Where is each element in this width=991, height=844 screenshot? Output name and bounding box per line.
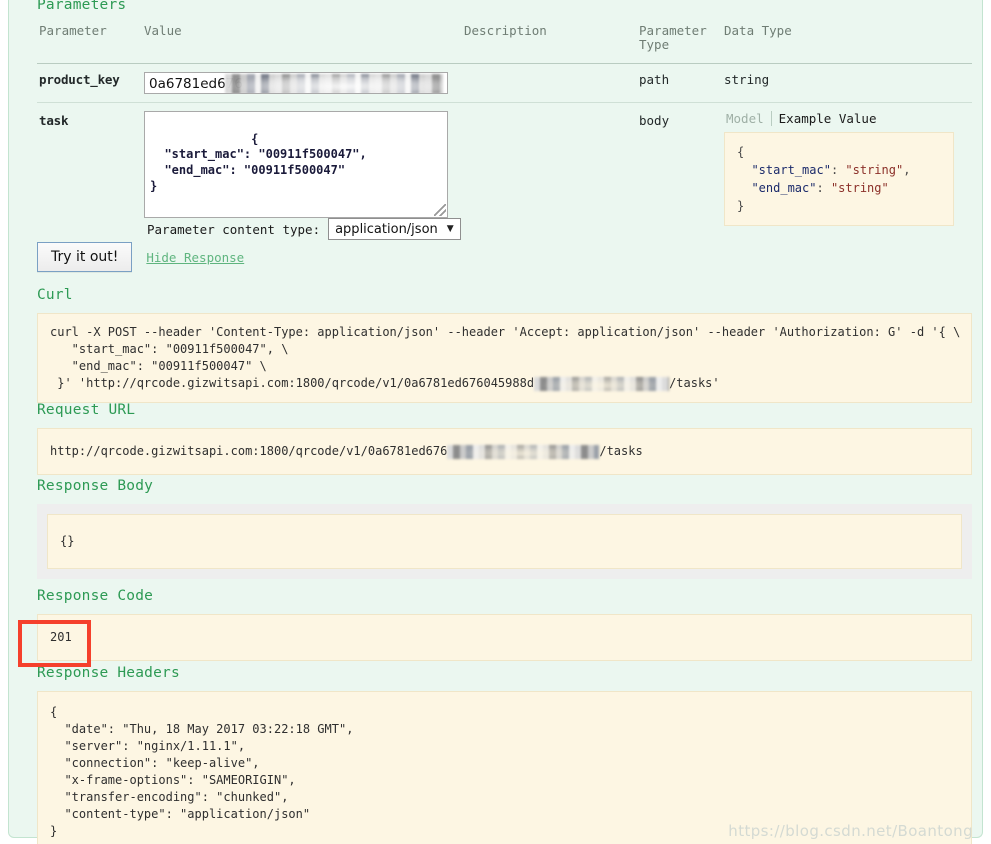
request-url-code-block: http://qrcode.gizwitsapi.com:1800/qrcode… (37, 428, 972, 475)
curl-line-3: "end_mac": "00911f500047" \ (50, 359, 267, 373)
product-key-redaction-overlay (225, 74, 443, 94)
curl-line-4: }' 'http://qrcode.gizwitsapi.com:1800/qr… (50, 376, 720, 390)
table-row: task { "start_mac": "00911f500047", "end… (37, 102, 972, 234)
parameter-value-cell-product-key: 0a6781ed676 (142, 63, 462, 102)
response-body-outer-panel: {} (37, 504, 972, 579)
column-header-parameter-type: Parameter Type (637, 20, 722, 63)
response-body-code-block: {} (47, 514, 962, 569)
parameter-description-product-key (462, 63, 637, 102)
product-key-input[interactable]: 0a6781ed676 (144, 72, 448, 94)
example-sep-2: : (816, 181, 830, 195)
example-value-start-mac: "string" (845, 163, 903, 177)
example-key-start-mac: "start_mac" (751, 163, 830, 177)
parameter-type-line-2: Type (639, 37, 669, 52)
parameters-table-head: Parameter Value Description Parameter Ty… (37, 20, 972, 63)
parameter-content-type-select[interactable]: application/json ▼ (328, 218, 461, 240)
operation-content-panel: Parameters Parameter Value Description P… (8, 0, 983, 838)
response-code-value: 201 (37, 614, 972, 661)
request-url-pre: http://qrcode.gizwitsapi.com:1800/qrcode… (50, 444, 447, 458)
response-code-heading: Response Code (37, 588, 972, 604)
try-it-out-button[interactable]: Try it out! (37, 242, 132, 272)
parameter-content-type-value: application/json (335, 221, 438, 238)
column-header-data-type: Data Type (722, 20, 972, 63)
parameter-type-task: body (637, 102, 722, 234)
parameter-name-product-key: product_key (37, 63, 142, 102)
tab-example-value[interactable]: Example Value (772, 111, 877, 126)
swagger-operation-page: Parameters Parameter Value Description P… (0, 0, 991, 844)
parameter-type-line-1: Parameter (639, 23, 707, 38)
parameter-value-cell-task: { "start_mac": "00911f500047", "end_mac"… (142, 102, 462, 234)
parameters-header-row: Parameter Value Description Parameter Ty… (37, 20, 972, 63)
chevron-down-icon: ▼ (447, 221, 454, 238)
parameters-table-body: product_key 0a6781ed676 path string task (37, 63, 972, 234)
parameter-data-type-product-key: string (722, 63, 972, 102)
curl-code-block: curl -X POST --header 'Content-Type: app… (37, 313, 972, 403)
curl-section: Curl curl -X POST --header 'Content-Type… (37, 287, 972, 403)
example-sep-1: : (831, 163, 845, 177)
tab-model[interactable]: Model (726, 111, 772, 126)
curl-line-4-pre: }' 'http://qrcode.gizwitsapi.com:1800/qr… (50, 376, 534, 390)
example-line-3-indent (737, 181, 751, 195)
request-url-post: /tasks (599, 444, 642, 458)
hide-response-link[interactable]: Hide Response (146, 250, 244, 265)
example-line-4-punct: } (737, 199, 744, 213)
parameter-description-task (462, 102, 637, 234)
parameter-type-product-key: path (637, 63, 722, 102)
example-tail-1: , (903, 163, 910, 177)
column-header-description: Description (462, 20, 637, 63)
watermark-text: https://blog.csdn.net/Boantong (728, 822, 973, 840)
response-body-heading: Response Body (37, 478, 972, 494)
parameter-content-type-label: Parameter content type: (147, 222, 320, 237)
example-line-2-indent (737, 163, 751, 177)
curl-line-4-post: /tasks' (669, 376, 720, 390)
response-headers-section: Response Headers { "date": "Thu, 18 May … (37, 665, 972, 844)
curl-url-redaction-overlay (534, 377, 669, 391)
parameters-heading: Parameters (37, 0, 126, 13)
parameters-table: Parameter Value Description Parameter Ty… (37, 20, 972, 234)
parameter-data-type-task: ModelExample Value { "start_mac": "strin… (722, 102, 972, 234)
action-row: Try it out! Hide Response (37, 242, 244, 272)
request-url-section: Request URL http://qrcode.gizwitsapi.com… (37, 402, 972, 475)
task-body-textarea-value: { "start_mac": "00911f500047", "end_mac"… (150, 132, 367, 193)
parameter-content-type-row: Parameter content type: application/json… (147, 218, 461, 240)
model-example-tabs: ModelExample Value (726, 111, 970, 126)
column-header-value: Value (142, 20, 462, 63)
example-value-panel: { "start_mac": "string", "end_mac": "str… (724, 132, 954, 226)
column-header-parameter: Parameter (37, 20, 142, 63)
curl-line-2: "start_mac": "00911f500047", \ (50, 342, 288, 356)
example-key-end-mac: "end_mac" (751, 181, 816, 195)
request-url-heading: Request URL (37, 402, 972, 418)
parameter-name-task: task (37, 102, 142, 234)
example-line-1-punct: { (737, 145, 744, 159)
response-code-section: Response Code 201 (37, 588, 972, 661)
response-body-section: Response Body {} (37, 478, 972, 579)
example-value-end-mac: "string" (831, 181, 889, 195)
task-body-textarea[interactable]: { "start_mac": "00911f500047", "end_mac"… (144, 111, 448, 218)
table-row: product_key 0a6781ed676 path string (37, 63, 972, 102)
request-url-redaction-overlay (447, 445, 599, 459)
response-headers-heading: Response Headers (37, 665, 972, 681)
curl-heading: Curl (37, 287, 972, 303)
textarea-resize-handle-icon[interactable] (434, 204, 446, 216)
curl-line-1: curl -X POST --header 'Content-Type: app… (50, 325, 960, 339)
